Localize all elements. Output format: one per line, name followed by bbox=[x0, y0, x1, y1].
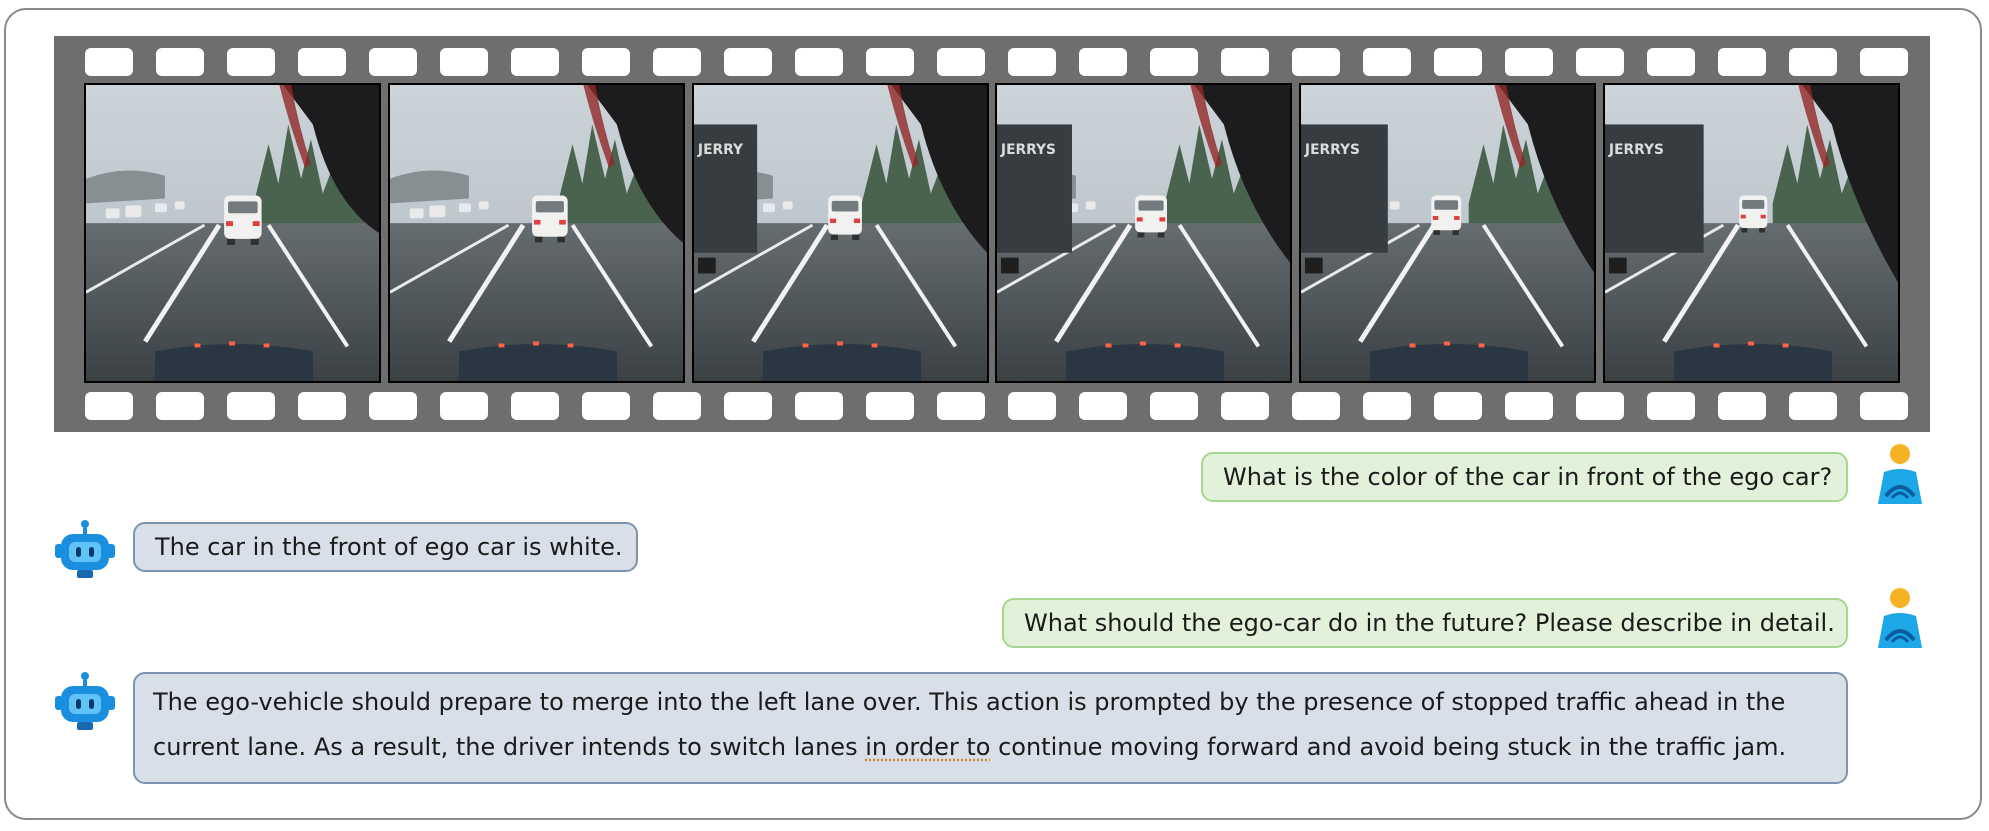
sprocket-hole bbox=[795, 392, 843, 420]
video-filmstrip: JERRY JERRYS JERRYS JERRYS bbox=[54, 36, 1930, 432]
user-message-2-text: What should the ego-car do in the future… bbox=[1024, 609, 1835, 637]
video-frames: JERRY JERRYS JERRYS JERRYS bbox=[84, 83, 1900, 383]
sprocket-hole bbox=[85, 392, 133, 420]
sprocket-hole bbox=[1434, 48, 1482, 76]
user-avatar-svg bbox=[1878, 444, 1922, 504]
sprocket-hole bbox=[1150, 392, 1198, 420]
video-frame-2 bbox=[388, 83, 685, 383]
sprocket-hole bbox=[582, 392, 630, 420]
user-message-1-text: What is the color of the car in front of… bbox=[1223, 463, 1833, 491]
sprocket-hole bbox=[156, 392, 204, 420]
sprocket-hole bbox=[866, 392, 914, 420]
sprocket-hole bbox=[156, 48, 204, 76]
sprocket-hole bbox=[1647, 392, 1695, 420]
video-frame-4: JERRYS bbox=[995, 83, 1292, 383]
sprocket-hole bbox=[1718, 392, 1766, 420]
sprocket-hole bbox=[1363, 392, 1411, 420]
sprocket-hole bbox=[227, 48, 275, 76]
sprocket-hole bbox=[1221, 392, 1269, 420]
bot-avatar-svg bbox=[55, 520, 115, 578]
sprocket-hole bbox=[298, 392, 346, 420]
user-avatar-svg bbox=[1878, 588, 1922, 648]
sprocket-hole bbox=[1718, 48, 1766, 76]
user-message-2: What should the ego-car do in the future… bbox=[1002, 598, 1848, 648]
sprocket-hole bbox=[1292, 48, 1340, 76]
sprocket-hole bbox=[582, 48, 630, 76]
sprocket-hole bbox=[440, 392, 488, 420]
bot-message-1: The car in the front of ego car is white… bbox=[133, 522, 638, 572]
sprocket-hole bbox=[937, 392, 985, 420]
user-avatar-icon bbox=[1868, 442, 1932, 506]
user-avatar-icon bbox=[1868, 586, 1932, 650]
sprocket-holes-top bbox=[54, 48, 1930, 76]
bot-avatar-svg bbox=[55, 672, 115, 730]
sprocket-hole bbox=[1292, 392, 1340, 420]
bot-message-1-text: The car in the front of ego car is white… bbox=[155, 533, 623, 561]
sprocket-hole bbox=[298, 48, 346, 76]
sprocket-hole bbox=[1150, 48, 1198, 76]
sprocket-hole bbox=[1221, 48, 1269, 76]
sprocket-hole bbox=[1789, 48, 1837, 76]
sprocket-hole bbox=[1647, 48, 1695, 76]
video-frame-5: JERRYS bbox=[1299, 83, 1596, 383]
sprocket-holes-bottom bbox=[54, 392, 1930, 420]
user-message-1: What is the color of the car in front of… bbox=[1201, 452, 1848, 502]
sprocket-hole bbox=[1576, 392, 1624, 420]
bot-avatar-icon bbox=[53, 518, 117, 582]
sprocket-hole bbox=[866, 48, 914, 76]
sprocket-hole bbox=[724, 392, 772, 420]
sprocket-hole bbox=[724, 48, 772, 76]
video-frame-1 bbox=[84, 83, 381, 383]
sprocket-hole bbox=[1008, 48, 1056, 76]
video-frame-3: JERRY bbox=[692, 83, 989, 383]
sprocket-hole bbox=[1505, 392, 1553, 420]
sprocket-hole bbox=[1079, 392, 1127, 420]
sprocket-hole bbox=[1860, 392, 1908, 420]
sprocket-hole bbox=[1363, 48, 1411, 76]
bot-message-2-text-b: continue moving forward and avoid being … bbox=[990, 733, 1787, 761]
sprocket-hole bbox=[653, 392, 701, 420]
sprocket-hole bbox=[440, 48, 488, 76]
sprocket-hole bbox=[1860, 48, 1908, 76]
sprocket-hole bbox=[795, 48, 843, 76]
sprocket-hole bbox=[937, 48, 985, 76]
sprocket-hole bbox=[369, 392, 417, 420]
sprocket-hole bbox=[227, 392, 275, 420]
sprocket-hole bbox=[511, 392, 559, 420]
sprocket-hole bbox=[653, 48, 701, 76]
bot-avatar-icon bbox=[53, 670, 117, 734]
sprocket-hole bbox=[1008, 392, 1056, 420]
sprocket-hole bbox=[1505, 48, 1553, 76]
spellcheck-phrase: in order to bbox=[865, 733, 991, 761]
video-frame-6: JERRYS bbox=[1603, 83, 1900, 383]
sprocket-hole bbox=[369, 48, 417, 76]
sprocket-hole bbox=[1079, 48, 1127, 76]
sprocket-hole bbox=[511, 48, 559, 76]
sprocket-hole bbox=[85, 48, 133, 76]
sprocket-hole bbox=[1789, 392, 1837, 420]
sprocket-hole bbox=[1434, 392, 1482, 420]
bot-message-2: The ego-vehicle should prepare to merge … bbox=[133, 672, 1848, 784]
sprocket-hole bbox=[1576, 48, 1624, 76]
